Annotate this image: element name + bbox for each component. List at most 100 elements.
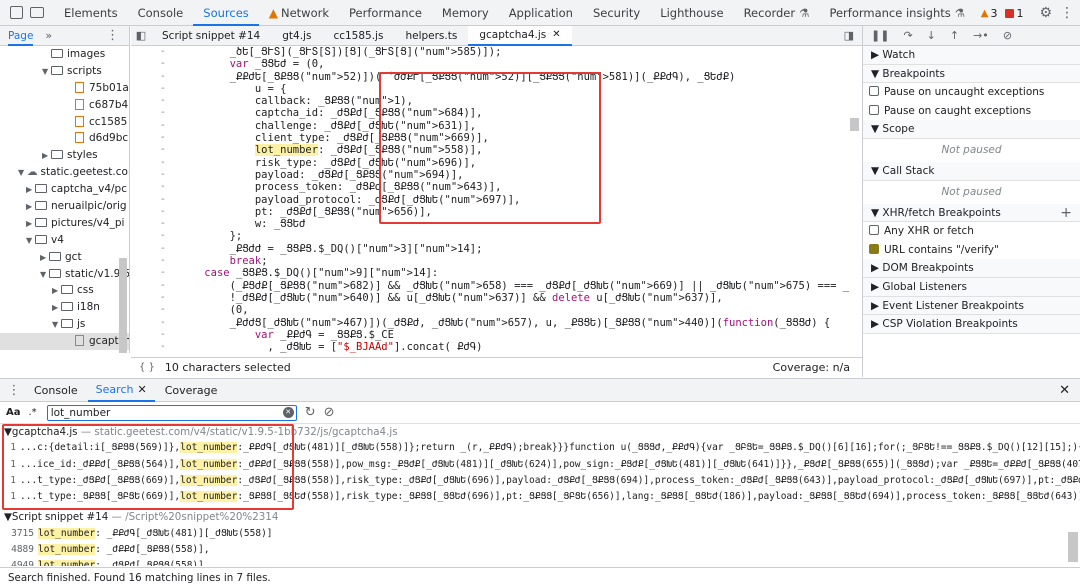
tree-expand-icon[interactable]: ▼ — [52, 316, 61, 333]
tree-expand-icon[interactable]: ▶ — [26, 215, 35, 232]
tree-file[interactable]: 75b01a — [0, 80, 129, 97]
more-options-icon[interactable]: ⋮ — [1060, 5, 1074, 21]
pause-uncaught-item[interactable]: Pause on uncaught exceptions — [863, 83, 1080, 102]
tab-recorder[interactable]: Recorder ⚗ — [734, 0, 820, 26]
tree-file[interactable]: d6d9bc — [0, 130, 129, 147]
deactivate-breakpoints-icon[interactable]: ⊘ — [1003, 29, 1012, 42]
search-result-line[interactable]: 3715 lot_number: _ՔՔԺԳ[_ԺՑԽԵ(481)][_ԺՑԽԵ(… — [0, 526, 1080, 542]
tree-folder[interactable]: images — [0, 46, 129, 63]
tree-folder[interactable]: ▶☁webcert.cnmstl.n — [0, 350, 129, 353]
call-stack-section[interactable]: ▼ Call Stack — [863, 161, 1080, 181]
file-tab-helpers[interactable]: helpers.ts — [394, 26, 468, 46]
result-file-2[interactable]: ▼Script snippet #14 — /Script%20snippet%… — [0, 509, 1080, 525]
tree-folder[interactable]: ▼ ☁ static.geetest.com — [0, 164, 129, 181]
pause-uncaught-checkbox[interactable] — [869, 86, 879, 97]
tree-expand-icon[interactable]: ▶ — [40, 249, 49, 266]
pause-caught-checkbox[interactable] — [869, 104, 879, 115]
tree-folder[interactable]: ▼ static/v1.9.5 — [0, 266, 129, 283]
tree-expand-icon[interactable]: ▼ — [26, 232, 35, 249]
tab-network[interactable]: ▲ Network — [259, 0, 339, 26]
any-xhr-checkbox[interactable] — [869, 225, 879, 236]
warnings-badge[interactable]: ▲ 3 — [981, 7, 998, 20]
tree-expand-icon[interactable]: ▼ — [42, 63, 51, 80]
match-case-toggle[interactable]: Aa — [6, 407, 21, 418]
close-icon[interactable]: ✕ — [137, 378, 146, 401]
device-toolbar-icon[interactable] — [30, 7, 45, 18]
tree-file[interactable]: cc1585 — [0, 114, 129, 131]
tree-file[interactable]: c687b4 — [0, 97, 129, 114]
tree-folder[interactable]: ▶ neruailpic/orig — [0, 198, 129, 215]
clear-search-icon[interactable]: ✕ — [282, 406, 294, 418]
tree-expand-icon[interactable]: ▶ — [18, 350, 27, 353]
pause-icon[interactable]: ❚❚ — [871, 29, 889, 42]
global-listeners-section[interactable]: ▶ Global Listeners — [863, 277, 1080, 297]
tab-console[interactable]: Console — [128, 0, 194, 26]
close-icon[interactable]: ✕ — [552, 25, 560, 45]
inspect-element-icon[interactable] — [9, 6, 23, 19]
any-xhr-item[interactable]: Any XHR or fetch — [863, 222, 1080, 241]
results-scrollbar[interactable] — [1068, 532, 1078, 562]
search-result-line[interactable]: 4949 lot_number: _ԺՑՔԺ[_ՑՔՑՑ(558)], — [0, 558, 1080, 566]
drawer-tab-search[interactable]: Search ✕ — [87, 378, 155, 402]
search-input[interactable]: lot_number ✕ — [46, 404, 297, 421]
file-tab-snippet[interactable]: Script snippet #14 — [151, 26, 271, 46]
tree-expand-icon[interactable]: ▶ — [26, 198, 35, 215]
toggle-debugger-icon[interactable]: ◨ — [844, 29, 854, 42]
tree-expand-icon[interactable]: ▶ — [42, 147, 51, 164]
step-out-icon[interactable]: ↑ — [950, 29, 959, 42]
tab-application[interactable]: Application — [499, 0, 583, 26]
file-tab-gcaptcha4[interactable]: gcaptcha4.js ✕ — [468, 25, 572, 46]
drawer-tab-coverage[interactable]: Coverage — [155, 379, 228, 402]
tree-expand-icon[interactable]: ▼ — [40, 266, 49, 283]
tree-expand-icon[interactable]: ▶ — [52, 282, 61, 299]
tree-folder[interactable]: ▼ scripts — [0, 63, 129, 80]
file-tab-gt4[interactable]: gt4.js — [271, 26, 322, 46]
gear-icon[interactable]: ⚙ — [1039, 5, 1052, 21]
tab-lighthouse[interactable]: Lighthouse — [650, 0, 733, 26]
step-into-icon[interactable]: ↓ — [927, 29, 936, 42]
add-icon[interactable]: + — [1060, 204, 1072, 223]
tree-folder[interactable]: ▼ v4 — [0, 232, 129, 249]
refresh-icon[interactable]: ↻ — [305, 405, 316, 420]
tab-security[interactable]: Security — [583, 0, 650, 26]
drawer-tab-console[interactable]: Console — [24, 379, 88, 402]
tab-page[interactable]: Page — [8, 26, 34, 46]
event-listener-section[interactable]: ▶ Event Listener Breakpoints — [863, 296, 1080, 316]
tree-folder[interactable]: ▶ gct — [0, 249, 129, 266]
tab-elements[interactable]: Elements — [54, 0, 128, 26]
breakpoints-section[interactable]: ▼ Breakpoints — [863, 64, 1080, 84]
tree-folder[interactable]: ▶ i18n — [0, 299, 129, 316]
watch-section[interactable]: ▶ Watch — [863, 46, 1080, 65]
clear-icon[interactable]: ⊘ — [324, 405, 335, 420]
step-icon[interactable]: →• — [973, 29, 989, 42]
more-tabs-icon[interactable]: » — [45, 29, 52, 42]
toggle-navigator-icon[interactable]: ◧ — [131, 29, 151, 42]
tree-folder[interactable]: ▶ pictures/v4_pi — [0, 215, 129, 232]
tree-folder[interactable]: ▶ styles — [0, 147, 129, 164]
pause-caught-item[interactable]: Pause on caught exceptions — [863, 102, 1080, 121]
errors-badge[interactable]: 1 — [1005, 7, 1023, 20]
url-contains-checkbox[interactable] — [869, 243, 879, 254]
sidebar-scrollbar[interactable] — [119, 258, 127, 353]
xhr-section[interactable]: ▼ XHR/fetch Breakpoints + — [863, 203, 1080, 223]
url-contains-item[interactable]: URL contains "/verify" — [863, 241, 1080, 260]
dom-breakpoints-section[interactable]: ▶ DOM Breakpoints — [863, 259, 1080, 278]
close-drawer-icon[interactable]: ✕ — [1059, 383, 1070, 398]
file-tab-cc1585[interactable]: cc1585.js — [322, 26, 394, 46]
drawer-menu-icon[interactable]: ⋮ — [4, 383, 24, 398]
tab-performance[interactable]: Performance — [339, 0, 432, 26]
regex-toggle[interactable]: .* — [29, 407, 37, 418]
tree-expand-icon[interactable]: ▼ — [18, 164, 27, 181]
editor-scrollbar[interactable] — [850, 118, 859, 131]
tree-folder[interactable]: ▼ js — [0, 316, 129, 333]
more-options-icon[interactable]: ⋮ — [106, 28, 119, 43]
tree-file[interactable]: gcaptcha4 — [0, 333, 129, 351]
tab-memory[interactable]: Memory — [432, 0, 499, 26]
csp-section[interactable]: ▶ CSP Violation Breakpoints — [863, 315, 1080, 334]
tab-performance-insights[interactable]: Performance insights ⚗ — [819, 0, 975, 26]
search-result-line[interactable]: 4889 lot_number: _ԺՔՔԺ[_ՑՔՑՑ(558)], — [0, 542, 1080, 558]
tree-expand-icon[interactable]: ▶ — [52, 299, 61, 316]
tab-sources[interactable]: Sources — [193, 0, 259, 26]
tree-expand-icon[interactable]: ▶ — [26, 181, 35, 198]
scope-section[interactable]: ▼ Scope — [863, 120, 1080, 139]
